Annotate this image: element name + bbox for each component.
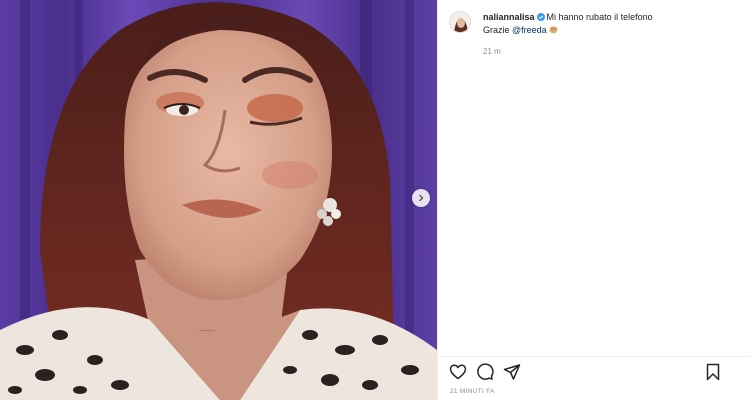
post-side-panel: naliannalisa Mi hanno rubato il telefono … xyxy=(438,0,750,400)
verified-badge-icon xyxy=(536,13,545,21)
action-bar xyxy=(448,362,740,382)
caption-text-line1: Mi hanno rubato il telefono xyxy=(546,12,653,22)
avatar-image xyxy=(450,12,470,32)
post-timestamp[interactable]: 21 MINUTI FA xyxy=(450,388,495,395)
save-button[interactable] xyxy=(703,362,723,382)
actions-divider xyxy=(438,356,750,357)
like-button[interactable] xyxy=(448,362,468,382)
chevron-right-icon xyxy=(419,194,424,202)
mention-link[interactable]: @freeda xyxy=(512,25,547,35)
send-icon xyxy=(503,364,521,380)
post-caption: naliannalisa Mi hanno rubato il telefono … xyxy=(483,11,733,37)
caption-text-prefix: Grazie xyxy=(483,25,513,35)
comment-icon xyxy=(477,363,494,380)
avatar[interactable] xyxy=(449,11,471,33)
facepunch-emoji-icon xyxy=(549,26,558,34)
next-slide-button[interactable] xyxy=(412,189,430,207)
comment-button[interactable] xyxy=(475,362,495,382)
photo-illustration xyxy=(0,0,437,400)
username-link[interactable]: naliannalisa xyxy=(483,12,535,22)
heart-icon xyxy=(449,364,467,380)
share-button[interactable] xyxy=(502,362,522,382)
post-image[interactable] xyxy=(0,0,437,400)
bookmark-icon xyxy=(706,363,720,381)
comment-time: 21 m xyxy=(483,47,501,56)
